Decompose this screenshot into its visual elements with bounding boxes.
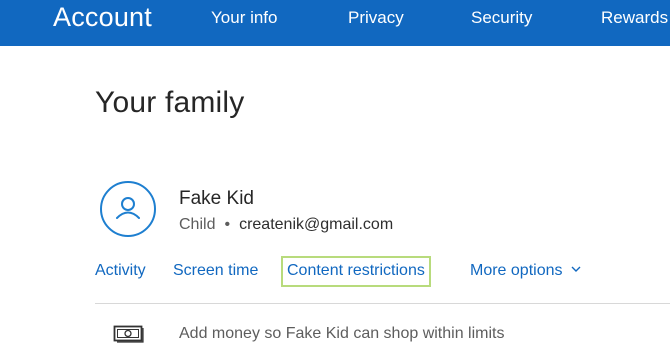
add-money-link[interactable]: Add money so Fake Kid can shop within li… <box>179 324 504 344</box>
member-role: Child <box>179 216 216 233</box>
tab-activity[interactable]: Activity <box>95 260 146 282</box>
member-name: Fake Kid <box>179 188 254 209</box>
section-divider <box>95 303 670 304</box>
more-options-menu[interactable]: More options <box>470 260 581 282</box>
nav-rewards[interactable]: Rewards <box>601 8 668 28</box>
user-icon <box>116 197 140 219</box>
account-brand[interactable]: Account <box>53 1 152 33</box>
nav-security[interactable]: Security <box>471 8 532 28</box>
page-title: Your family <box>95 86 245 119</box>
member-email: createnik@gmail.com <box>239 216 394 233</box>
nav-your-info[interactable]: Your info <box>211 8 277 28</box>
tab-screen-time[interactable]: Screen time <box>173 260 258 282</box>
meta-separator: • <box>224 216 231 233</box>
nav-privacy[interactable]: Privacy <box>348 8 404 28</box>
avatar <box>100 181 156 237</box>
member-meta: Child • createnik@gmail.com <box>179 215 393 235</box>
tab-content-restrictions[interactable]: Content restrictions <box>281 256 431 287</box>
more-options-label: More options <box>470 262 563 280</box>
chevron-down-icon <box>571 258 581 280</box>
top-navigation-bar: Account Your info Privacy Security Rewar… <box>0 0 670 46</box>
money-icon <box>113 323 145 343</box>
